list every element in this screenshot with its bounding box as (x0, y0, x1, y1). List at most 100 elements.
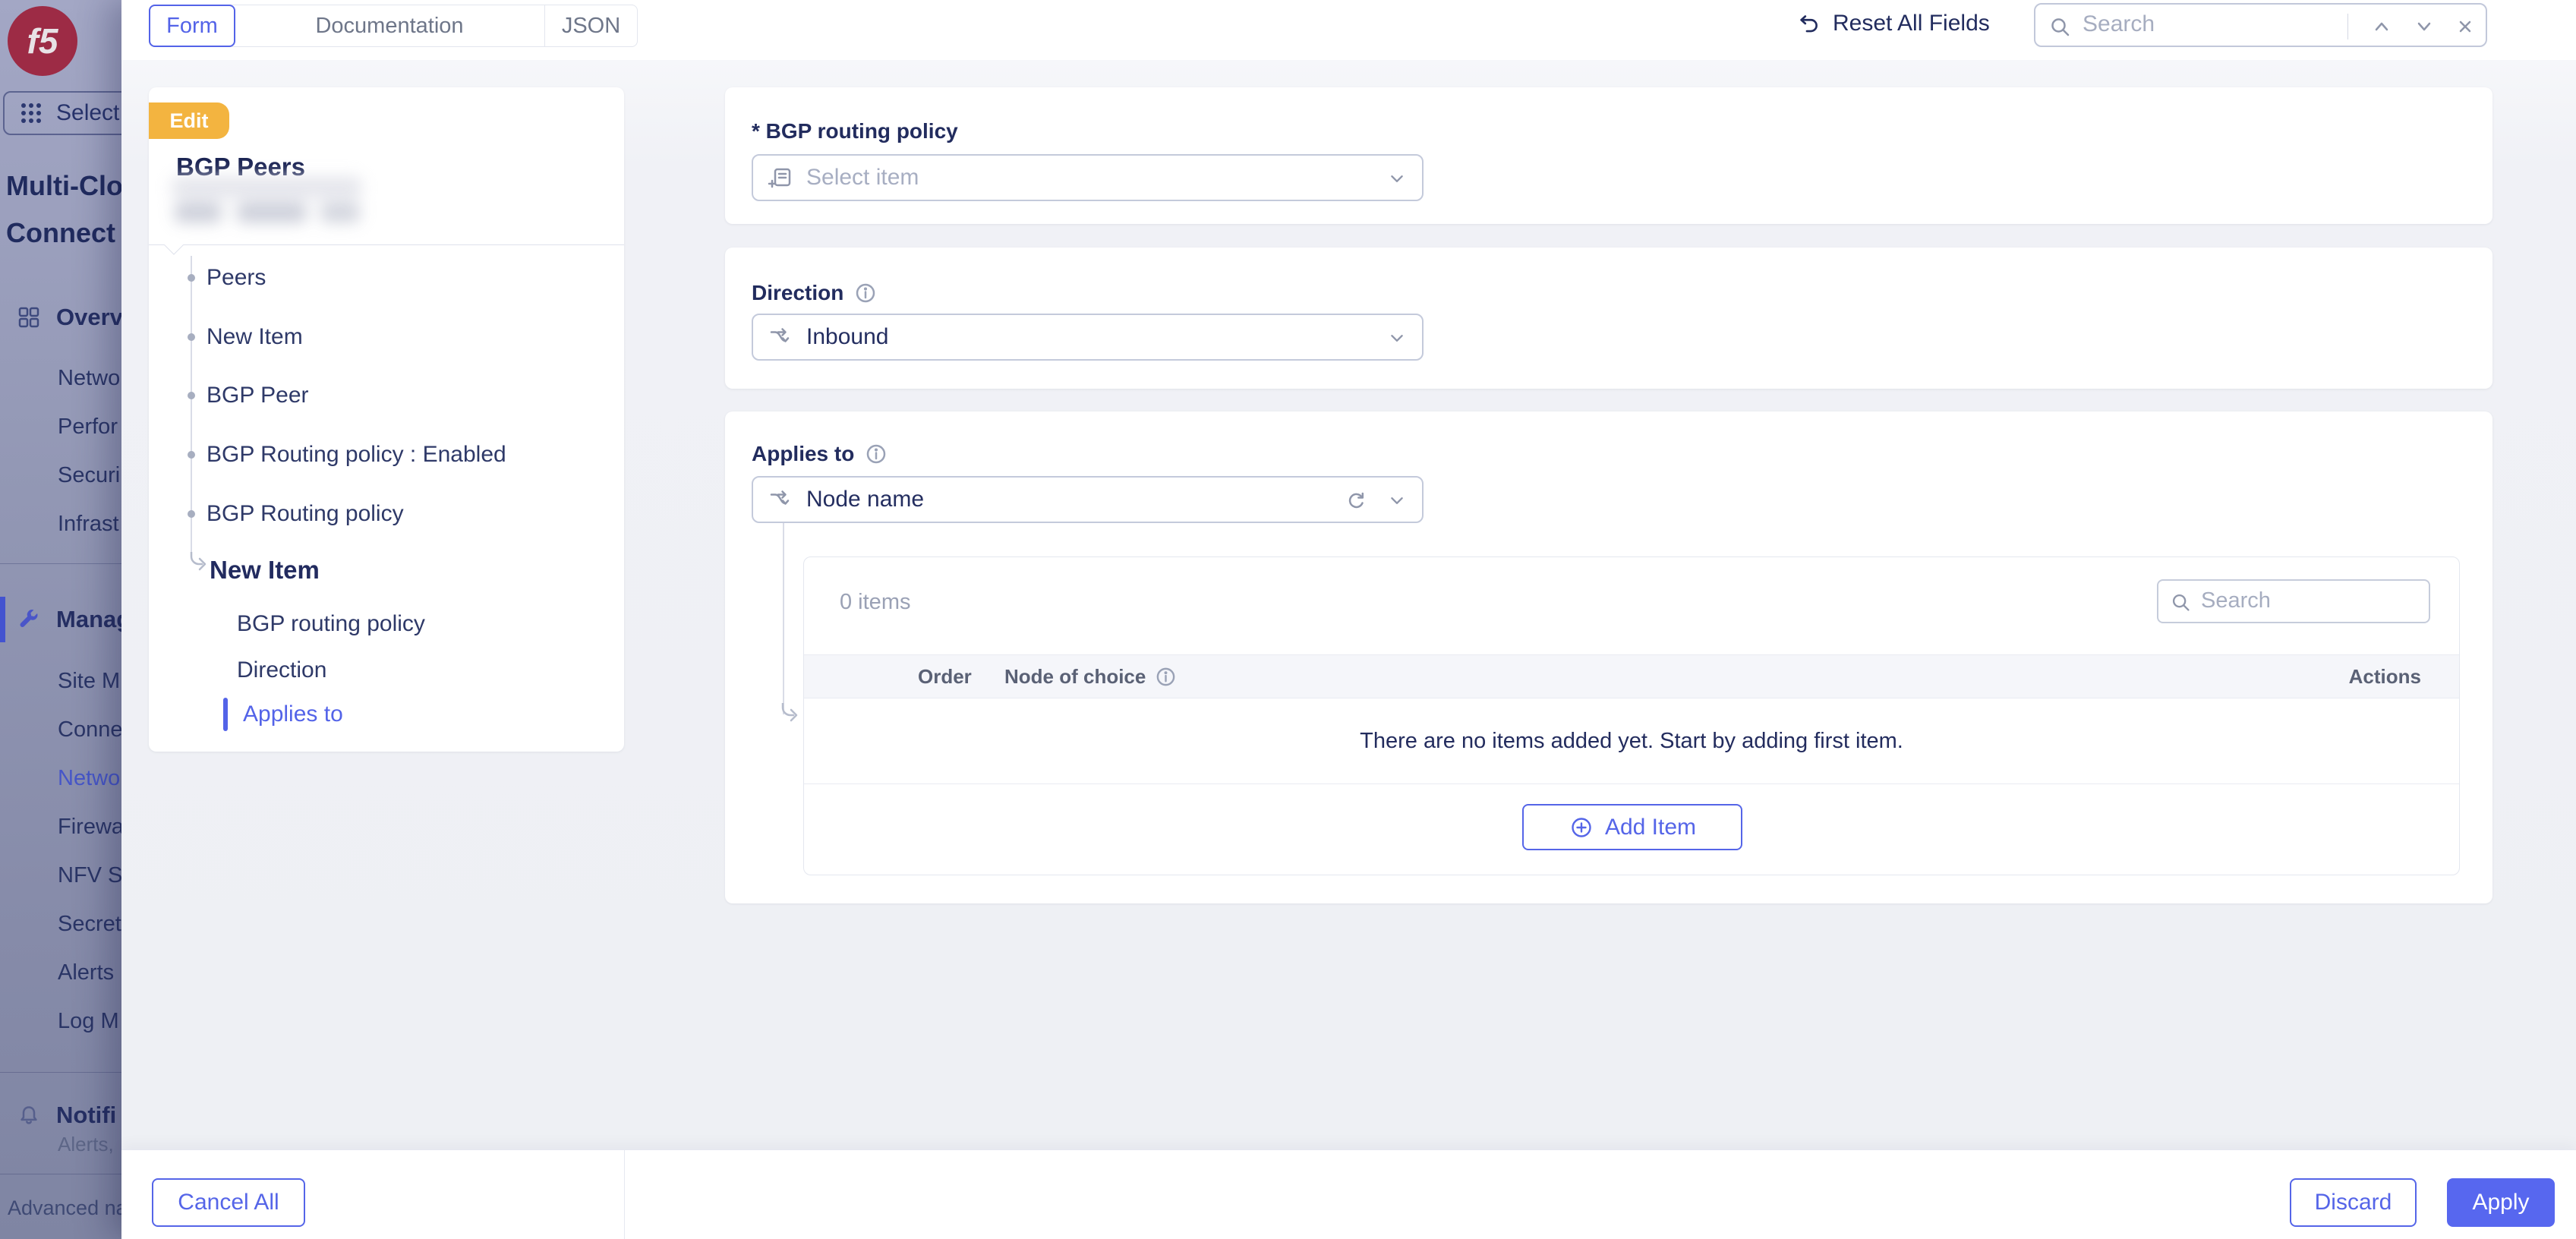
reset-all-fields-label: Reset All Fields (1833, 11, 1990, 36)
advanced-nav-toggle[interactable]: Advanced nav (8, 1196, 121, 1220)
tree-header-divider (149, 244, 624, 245)
sidebar-item-firewa[interactable]: Firewa (58, 809, 121, 845)
section-direction: Direction Inbound (725, 247, 2492, 389)
search-clear-x-icon[interactable] (2453, 14, 2477, 39)
column-actions: Actions (2349, 655, 2421, 698)
sidebar-divider (0, 1072, 121, 1073)
tree-item-bgp-routing-policy[interactable]: BGP Routing policy (149, 497, 624, 531)
search-icon (2169, 591, 2193, 615)
edit-mode-badge: Edit (149, 102, 229, 139)
sidebar-section-overview[interactable]: Overvi (0, 296, 121, 339)
sidebar-item-conne[interactable]: Conne (58, 711, 121, 748)
sidebar-item-nfv-s[interactable]: NFV S (58, 857, 121, 894)
panel-search-input[interactable] (2081, 8, 2332, 41)
notifications-bell-icon (15, 1102, 43, 1129)
search-icon (2048, 14, 2073, 40)
sidebar-item-netwo[interactable]: Netwo (58, 360, 121, 396)
discard-button[interactable]: Discard (2290, 1178, 2417, 1227)
chevron-down-icon (1384, 326, 1410, 352)
tree-item-new-item[interactable]: New Item (149, 553, 624, 587)
overview-icon (15, 304, 43, 331)
tab-documentation[interactable]: Documentation (235, 5, 544, 46)
table-empty-state: There are no items added yet. Start by a… (804, 698, 2459, 784)
reset-all-fields-button[interactable]: Reset All Fields (1793, 0, 1990, 47)
applies-to-items-table: 0 items Order Node of choice (803, 556, 2460, 875)
redacted-object-name (164, 172, 369, 233)
direction-label: Direction (752, 281, 843, 305)
tree-bullet-icon (188, 274, 195, 282)
search-next-chevron-down-icon[interactable] (2412, 14, 2436, 39)
table-header-row: Order Node of choice Actions (804, 654, 2459, 698)
sidebar-item-secret[interactable]: Secret (58, 906, 121, 942)
info-icon[interactable] (865, 443, 888, 465)
namespace-select-button[interactable]: Select (3, 91, 121, 135)
info-icon[interactable] (1155, 666, 1177, 688)
applies-to-connector-line (783, 523, 784, 714)
panel-footer: Cancel All Discard Apply (121, 1149, 2576, 1239)
tab-json[interactable]: JSON (544, 5, 637, 46)
direction-label-row: Direction (752, 281, 877, 305)
apply-button[interactable]: Apply (2447, 1178, 2555, 1227)
tree-item-peers[interactable]: Peers (149, 261, 624, 295)
tree-bullet-icon (188, 392, 195, 399)
slideover-panel: Form Documentation JSON Reset All Fields (121, 0, 2576, 1239)
column-node-of-choice: Node of choice (1004, 655, 1177, 698)
add-item-label: Add Item (1605, 815, 1696, 840)
bgp-routing-policy-label: * BGP routing policy (752, 119, 958, 143)
table-search (2157, 579, 2430, 623)
tree-item-bgp-routing-policy-enabled[interactable]: BGP Routing policy : Enabled (149, 438, 624, 471)
applies-to-select[interactable]: Node name (752, 476, 1424, 523)
sidebar-section-manage[interactable]: Manag (0, 598, 121, 641)
tree-item-bgp-routing-policy[interactable]: BGP routing policy (149, 607, 624, 641)
tree-collapse-notch[interactable] (164, 235, 183, 254)
f5-logo: f5 (8, 6, 77, 76)
panel-search (2034, 3, 2487, 47)
sidebar-section-subtext: Alerts, (58, 1133, 121, 1156)
info-icon[interactable] (854, 282, 877, 304)
tab-form[interactable]: Form (149, 5, 235, 47)
applies-to-value: Node name (806, 487, 924, 512)
select-list-icon (767, 164, 794, 191)
chevron-down-icon (1384, 166, 1410, 192)
direction-select[interactable]: Inbound (752, 314, 1424, 361)
sidebar-item-securi[interactable]: Securi (58, 457, 121, 493)
app-root: f5 Select Multi-Clou Connect Overvi Netwo… (0, 0, 2576, 1239)
branch-arrows-icon (767, 486, 794, 513)
sidebar-item-site-m[interactable]: Site M (58, 663, 121, 699)
tree-bullet-icon (188, 451, 195, 459)
column-order: Order (918, 655, 972, 698)
sidebar-item-alerts[interactable]: Alerts (58, 954, 121, 991)
tree-item-applies-to[interactable]: Applies to (149, 698, 624, 731)
sidebar-item-perfor[interactable]: Perfor (58, 408, 121, 445)
refresh-icon[interactable] (1343, 488, 1369, 514)
bgp-routing-policy-placeholder: Select item (806, 165, 919, 191)
app-title-line2: Connect (6, 217, 121, 249)
manage-wrench-icon (15, 606, 43, 633)
grid-dots-icon (18, 100, 44, 126)
add-item-button[interactable]: Add Item (1522, 804, 1742, 850)
view-tabs: Form Documentation JSON (149, 5, 638, 47)
section-applies-to: Applies to Node name (725, 411, 2492, 903)
cancel-all-button[interactable]: Cancel All (152, 1178, 305, 1227)
tree-item-direction[interactable]: Direction (149, 654, 624, 687)
sidebar: f5 Select Multi-Clou Connect Overvi Netwo… (0, 0, 121, 1239)
sidebar-item-netwo[interactable]: Netwo (58, 760, 121, 796)
branch-arrows-icon (767, 323, 794, 351)
sidebar-section-notifications[interactable]: Notifi (0, 1094, 121, 1137)
search-prev-chevron-up-icon[interactable] (2369, 14, 2394, 39)
tree-item-new-item[interactable]: New Item (149, 320, 624, 354)
panel-tab-bar: Form Documentation JSON Reset All Fields (121, 0, 2576, 60)
applies-to-label: Applies to (752, 442, 854, 466)
undo-icon (1793, 9, 1822, 38)
bgp-routing-policy-select[interactable]: Select item (752, 154, 1424, 201)
sidebar-item-infrast[interactable]: Infrast (58, 506, 121, 542)
footer-divider (624, 1150, 625, 1239)
tree-active-bar (223, 698, 228, 731)
table-search-input[interactable] (2199, 584, 2412, 617)
tree-item-bgp-peer[interactable]: BGP Peer (149, 379, 624, 412)
search-divider (2347, 14, 2348, 39)
form-content-area: Edit BGP Peers PeersNew ItemBGP PeerBGP … (121, 60, 2576, 1149)
app-title-line1: Multi-Clou (6, 170, 121, 202)
items-count: 0 items (840, 586, 910, 618)
sidebar-item-log-m[interactable]: Log M (58, 1003, 121, 1039)
